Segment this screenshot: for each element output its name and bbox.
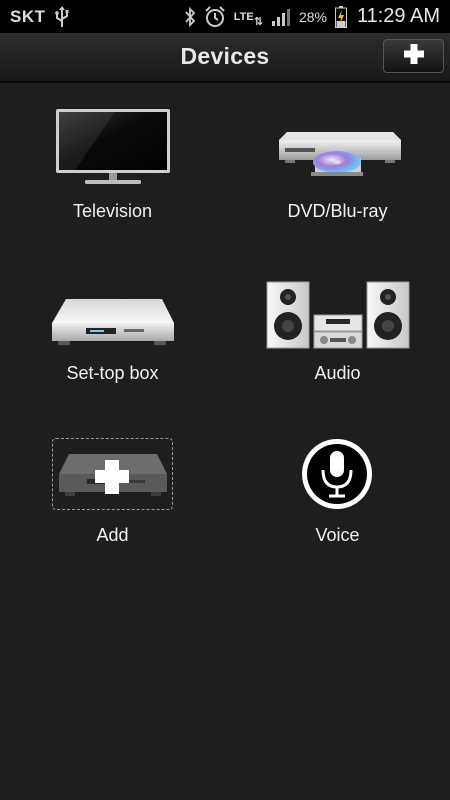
status-bar: SKT LTE ⇅ 28% 11:29 AM [0,0,450,33]
bluetooth-icon [184,6,196,27]
television-icon [55,108,171,193]
device-add[interactable]: Add [0,430,225,560]
battery-percent: 28% [298,8,327,25]
microphone-icon [300,437,374,516]
usb-icon [54,5,70,28]
plus-icon [403,43,425,70]
device-audio[interactable]: Audio [225,263,450,393]
device-voice[interactable]: Voice [225,430,450,560]
network-label: LTE [233,10,254,23]
device-dvd-bluray[interactable]: DVD/Blu-ray [225,100,450,230]
device-label: Add [96,525,129,545]
carrier-label: SKT [10,6,46,26]
device-label: DVD/Blu-ray [287,201,388,221]
device-label: Audio [314,363,361,383]
dvd-player-icon [275,124,405,193]
device-television[interactable]: Television [0,100,225,230]
app-header: Devices [0,33,450,83]
add-device-icon [57,452,169,507]
clock: 11:29 AM [356,5,440,27]
add-device-button[interactable] [383,39,444,73]
set-top-box-icon [50,297,176,358]
device-label: Set-top box [66,363,159,383]
device-label: Voice [315,525,360,545]
device-label: Television [72,201,153,221]
signal-icon [271,7,291,27]
lte-icon: LTE ⇅ [233,10,263,28]
device-set-top-box[interactable]: Set-top box [0,263,225,393]
battery-charging-icon [334,5,347,28]
alarm-icon [204,5,226,28]
audio-system-icon [266,281,410,354]
